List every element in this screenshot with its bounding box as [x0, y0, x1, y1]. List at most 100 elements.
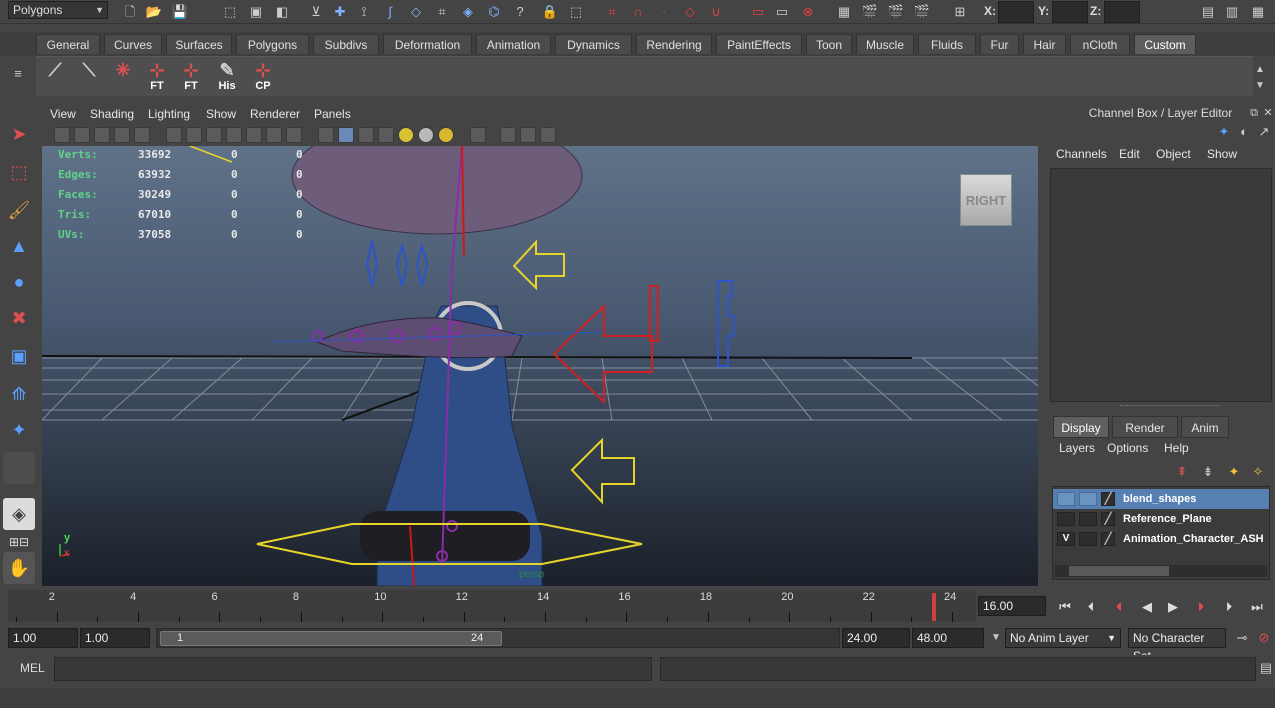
menu-options[interactable]: Options: [1107, 441, 1148, 455]
x-field[interactable]: [998, 1, 1034, 23]
current-frame-field[interactable]: 16.00: [978, 596, 1046, 616]
move-layer-up-icon[interactable]: ⇞: [1172, 462, 1192, 482]
layer-visibility-toggle[interactable]: [1057, 492, 1075, 506]
menu-shading[interactable]: Shading: [90, 107, 134, 121]
channel-box-area[interactable]: [1050, 168, 1272, 402]
wireframe-on-shaded-icon[interactable]: [358, 127, 374, 143]
snap-grid-icon[interactable]: ⌗: [602, 2, 622, 22]
tab-dynamics[interactable]: Dynamics: [555, 34, 632, 54]
menu-show[interactable]: Show: [1207, 147, 1237, 161]
current-time-marker[interactable]: [932, 593, 936, 621]
bookmarks-icon[interactable]: [94, 127, 110, 143]
menu-view[interactable]: View: [50, 107, 76, 121]
layer-playback-toggle[interactable]: [1079, 532, 1097, 546]
pick-joints-icon[interactable]: ⟟: [354, 2, 374, 22]
step-back-icon[interactable]: ⏴: [1080, 597, 1102, 617]
layer-scroll-thumb[interactable]: [1069, 566, 1169, 576]
grid-icon[interactable]: [166, 127, 182, 143]
script-editor-icon[interactable]: ▤: [1256, 658, 1275, 678]
ipr-render-icon[interactable]: 🎬: [886, 2, 906, 22]
xray-components-icon[interactable]: [540, 127, 556, 143]
make-live-icon[interactable]: ∪: [706, 2, 726, 22]
y-field[interactable]: [1052, 1, 1088, 23]
shelf-scroll-down-icon[interactable]: ▼: [1250, 76, 1270, 96]
tab-curves[interactable]: Curves: [104, 34, 162, 54]
new-layer-icon[interactable]: ✦: [1224, 462, 1244, 482]
menu-layers[interactable]: Layers: [1059, 441, 1095, 455]
menu-lighting[interactable]: Lighting: [148, 107, 190, 121]
select-camera-icon[interactable]: [54, 127, 70, 143]
view-cube[interactable]: RIGHT: [960, 174, 1012, 226]
tool-settings-toggle-icon[interactable]: ↗: [1254, 122, 1274, 142]
layer-row[interactable]: ╱ Reference_Plane: [1053, 509, 1269, 529]
pick-dynamics-icon[interactable]: ◈: [458, 2, 478, 22]
scale-tool-icon[interactable]: ✖: [3, 302, 35, 334]
smooth-shade-icon[interactable]: [338, 127, 354, 143]
tool-settings-icon[interactable]: ▥: [1222, 2, 1242, 22]
attribute-editor-toggle-icon[interactable]: ◐: [1234, 122, 1254, 142]
tab-general[interactable]: General: [36, 34, 100, 54]
new-scene-icon[interactable]: 🗋: [120, 2, 140, 22]
animation-start-field[interactable]: 1.00: [8, 628, 78, 648]
playback-start-field[interactable]: 1.00: [80, 628, 150, 648]
menu-renderer[interactable]: Renderer: [250, 107, 300, 121]
field-chart-icon[interactable]: [246, 127, 262, 143]
snap-curve-icon[interactable]: ∩: [628, 2, 648, 22]
snap-point-icon[interactable]: ∙: [654, 2, 674, 22]
safe-action-icon[interactable]: [266, 127, 282, 143]
xray-icon[interactable]: [500, 127, 516, 143]
go-to-end-icon[interactable]: ⏭: [1246, 597, 1268, 617]
shelf-button-ft-1[interactable]: ⊹ FT: [142, 60, 172, 92]
pick-handles-icon[interactable]: ✚: [330, 2, 350, 22]
step-back-key-icon[interactable]: ⏴: [1108, 597, 1130, 617]
mel-input[interactable]: [54, 657, 652, 681]
lock-selection-icon[interactable]: 🔒: [540, 2, 560, 22]
chevron-down-icon[interactable]: ▼: [986, 628, 1006, 648]
tab-ncloth[interactable]: nCloth: [1070, 34, 1130, 54]
select-hierarchy-icon[interactable]: ⬚: [220, 2, 240, 22]
two-d-pan-icon[interactable]: [134, 127, 150, 143]
pick-misc-icon[interactable]: ?: [510, 2, 530, 22]
move-tool-icon[interactable]: ▲: [3, 230, 35, 262]
shelf-button-cp[interactable]: ⊹ CP: [248, 60, 278, 92]
menu-object[interactable]: Object: [1156, 147, 1191, 161]
render-settings-icon[interactable]: 🎬: [912, 2, 932, 22]
lasso-tool-icon[interactable]: ⬚: [3, 156, 35, 188]
character-set-dropdown[interactable]: No Character Set: [1128, 628, 1226, 663]
menu-help[interactable]: Help: [1164, 441, 1189, 455]
tab-display[interactable]: Display: [1053, 416, 1109, 438]
wireframe-icon[interactable]: [318, 127, 334, 143]
output-ops-icon[interactable]: ▭: [772, 2, 792, 22]
use-lights-icon[interactable]: [398, 127, 414, 143]
shelf-button-ik[interactable]: ⟍: [74, 60, 104, 92]
transform-mode-icon[interactable]: ⊞: [950, 2, 970, 22]
highlight-selection-icon[interactable]: ⬚: [566, 2, 586, 22]
channel-box-icon[interactable]: ▦: [1248, 2, 1268, 22]
tab-surfaces[interactable]: Surfaces: [166, 34, 232, 54]
step-forward-icon[interactable]: ⏵: [1218, 597, 1240, 617]
image-plane-icon[interactable]: [114, 127, 130, 143]
shelf-menu-icon[interactable]: ≡: [8, 64, 28, 84]
construction-history-icon[interactable]: ⊗: [798, 2, 818, 22]
outliner-layout-icon[interactable]: ✋: [3, 552, 35, 584]
render-frame-icon[interactable]: 🎬: [860, 2, 880, 22]
layout-split-icon[interactable]: ⊞⊟: [3, 534, 35, 550]
go-to-start-icon[interactable]: ⏮: [1054, 597, 1076, 617]
attribute-editor-icon[interactable]: ▤: [1198, 2, 1218, 22]
select-tool-icon[interactable]: ➤: [3, 118, 35, 150]
soft-mod-tool-icon[interactable]: ⟰: [3, 378, 35, 410]
select-object-icon[interactable]: ▣: [246, 2, 266, 22]
move-layer-down-icon[interactable]: ⇟: [1198, 462, 1218, 482]
menu-edit[interactable]: Edit: [1119, 147, 1140, 161]
layer-visibility-toggle[interactable]: V: [1057, 532, 1075, 546]
rotate-tool-icon[interactable]: ●: [3, 266, 35, 298]
tab-toon[interactable]: Toon: [806, 34, 852, 54]
pick-rendering-icon[interactable]: ⌬: [484, 2, 504, 22]
tab-painteffects[interactable]: PaintEffects: [716, 34, 802, 54]
tab-rendering[interactable]: Rendering: [636, 34, 712, 54]
select-component-icon[interactable]: ◧: [272, 2, 292, 22]
textured-icon[interactable]: [378, 127, 394, 143]
play-backward-icon[interactable]: ◀: [1136, 597, 1158, 617]
tab-anim[interactable]: Anim: [1181, 416, 1229, 438]
shelf-button-ft-2[interactable]: ⊹ FT: [176, 60, 206, 92]
